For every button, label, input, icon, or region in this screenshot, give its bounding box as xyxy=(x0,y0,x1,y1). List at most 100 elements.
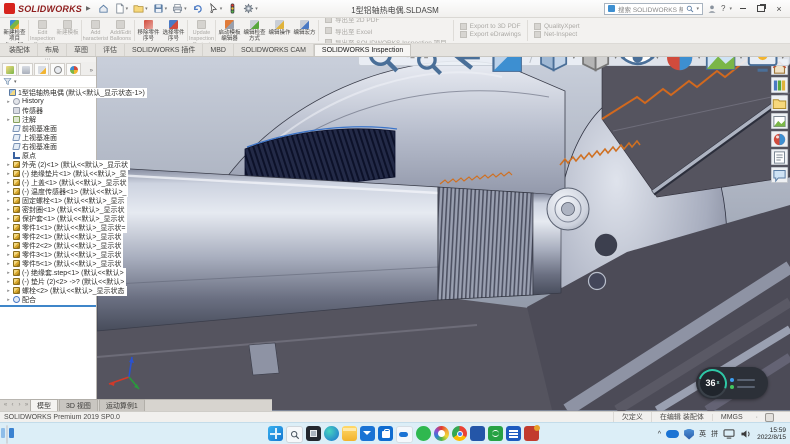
ribbon-button[interactable]: Edit Inspection Project xyxy=(30,18,55,43)
appearances-button[interactable] xyxy=(771,131,788,147)
new-document-button[interactable]: ▾ xyxy=(114,2,129,16)
user-icon[interactable] xyxy=(707,4,717,14)
expand-arrow-icon[interactable]: ▸ xyxy=(6,162,11,168)
taskbar-mail-button[interactable] xyxy=(360,426,375,441)
expand-arrow-icon[interactable]: ▸ xyxy=(6,225,11,231)
expand-arrow-icon[interactable]: ▸ xyxy=(6,117,11,123)
taskbar-solidworks-taskbar-button[interactable] xyxy=(524,426,539,441)
tab-nav-button[interactable]: › xyxy=(16,400,23,411)
ime-indicator[interactable]: 拼 xyxy=(711,429,718,439)
design-library-button[interactable] xyxy=(771,77,788,93)
ribbon-button[interactable]: Update Inspection Project xyxy=(189,18,214,43)
ribbon-button[interactable]: Add Characteristic xyxy=(83,18,108,43)
tab-nav-button[interactable]: » xyxy=(23,400,30,411)
status-badge-icon[interactable] xyxy=(765,413,774,422)
ribbon-button[interactable]: 编辑宏方 xyxy=(292,18,317,43)
tree-item[interactable]: ▸History xyxy=(0,97,96,106)
panel-chevron[interactable]: » xyxy=(90,68,94,75)
tab-solidworks-inspection[interactable]: SOLIDWORKS Inspection xyxy=(314,44,411,56)
ribbon-button[interactable]: 启动模板编辑器 xyxy=(217,18,242,43)
filter-dropdown-icon[interactable]: ▾ xyxy=(14,79,17,85)
taskbar-edge-button[interactable] xyxy=(324,426,339,441)
file-explorer-pane-button[interactable] xyxy=(771,95,788,111)
save-button[interactable]: ▾ xyxy=(153,2,168,16)
dimxpertmanager-tab-button[interactable] xyxy=(50,63,65,75)
ribbon-button[interactable]: 新建检查项目 (imp:N) xyxy=(2,18,27,43)
taskbar-clock[interactable]: 15:592022/8/15 xyxy=(757,427,786,442)
expand-arrow-icon[interactable]: ▸ xyxy=(6,171,11,177)
ribbon-button[interactable]: 编辑检查方式 xyxy=(242,18,267,43)
ribbon-button[interactable]: 选择零件序号 xyxy=(161,18,186,43)
expand-arrow-icon[interactable]: ▸ xyxy=(6,216,11,222)
taskbar-messenger-green-button[interactable] xyxy=(416,426,431,441)
cast-icon[interactable] xyxy=(723,429,735,439)
taskbar-reader-blue-button[interactable] xyxy=(470,426,485,441)
print-button[interactable]: ▾ xyxy=(172,2,187,16)
expand-arrow-icon[interactable]: ▸ xyxy=(6,279,11,285)
minimize-button[interactable] xyxy=(736,3,750,15)
taskbar-word-button[interactable] xyxy=(506,426,521,441)
magnifier-widget[interactable]: 36 x xyxy=(696,367,768,399)
ribbon-export-button[interactable]: QualityXpert xyxy=(534,23,580,30)
tab-ribbon-0[interactable]: 装配体 xyxy=(2,44,38,56)
ribbon-export-button[interactable]: 导出至 Excel xyxy=(325,26,447,36)
propertymanager-tab-button[interactable] xyxy=(18,63,33,75)
expand-arrow-icon[interactable]: ▸ xyxy=(6,207,11,213)
model-tab[interactable]: 3D 视图 xyxy=(59,399,98,411)
tab-ribbon-2[interactable]: 草图 xyxy=(67,44,96,56)
panel-splitter[interactable] xyxy=(0,305,96,307)
tree-item[interactable]: 右视基准面 xyxy=(0,142,96,151)
search-icon[interactable] xyxy=(686,0,694,18)
taskbar-wps-button[interactable] xyxy=(488,426,503,441)
tab-ribbon-3[interactable]: 评估 xyxy=(96,44,125,56)
displaymanager-tab-button[interactable] xyxy=(66,63,81,75)
tray-chevron-up-icon[interactable]: ^ xyxy=(658,431,661,438)
ribbon-button[interactable]: 编辑操作 xyxy=(267,18,292,43)
taskbar-task-view-button[interactable] xyxy=(306,426,321,441)
onedrive-tray-icon[interactable] xyxy=(666,430,679,438)
view-palette-button[interactable] xyxy=(771,113,788,129)
expand-arrow-icon[interactable]: ▸ xyxy=(6,180,11,186)
widget-row[interactable] xyxy=(730,378,764,382)
tab-nav-button[interactable]: « xyxy=(2,400,9,411)
undo-button[interactable] xyxy=(192,2,203,16)
taskbar-onedrive-button[interactable] xyxy=(396,426,413,443)
ribbon-export-button[interactable]: 导出至 2D PDF xyxy=(325,18,447,24)
ribbon-button[interactable]: Add/Edit Balloons xyxy=(108,18,133,43)
ribbon-export-button[interactable]: Export to 3D PDF xyxy=(460,23,521,30)
restore-button[interactable] xyxy=(754,3,768,15)
expand-arrow-icon[interactable]: ▸ xyxy=(6,288,11,294)
expand-arrow-icon[interactable]: ▸ xyxy=(6,297,11,303)
tab-nav-button[interactable]: ‹ xyxy=(9,400,16,411)
help-dropdown-icon[interactable]: ▾ xyxy=(729,6,732,12)
custom-properties-button[interactable] xyxy=(771,149,788,165)
tab-ribbon-5[interactable]: MBD xyxy=(203,44,234,56)
forum-button[interactable] xyxy=(771,167,788,183)
taskbar-photos-button[interactable] xyxy=(434,426,449,441)
tree-filter[interactable]: ▾ xyxy=(0,76,96,88)
widgets-button[interactable] xyxy=(6,425,8,444)
help-search-input[interactable]: 搜索 SOLIDWORKS 帮助 ▾ xyxy=(604,3,703,15)
ribbon-export-button[interactable]: Net-Inspect xyxy=(534,31,580,38)
taskbar-search-button[interactable] xyxy=(286,426,303,443)
help-button[interactable]: ? xyxy=(721,4,725,13)
taskbar-chrome-button[interactable] xyxy=(452,426,467,441)
tab-ribbon-1[interactable]: 布局 xyxy=(38,44,67,56)
close-button[interactable]: × xyxy=(772,3,786,15)
graphics-area[interactable] xyxy=(97,57,790,411)
expand-arrow-icon[interactable]: ▸ xyxy=(6,252,11,258)
interference-lights-button[interactable] xyxy=(227,2,238,16)
ribbon-export-button[interactable]: 导出至 SOLIDWORKS Inspection 项目 xyxy=(325,37,447,44)
ribbon-button[interactable]: 移除零件序号 xyxy=(136,18,161,43)
volume-icon[interactable] xyxy=(740,429,752,439)
widget-row[interactable] xyxy=(730,385,764,389)
tree-item[interactable]: 1型铝轴热电偶 (默认<默认_显示状态-1>) xyxy=(0,88,96,97)
model-tab[interactable]: 运动算例1 xyxy=(99,399,145,411)
language-indicator[interactable]: 英 xyxy=(699,429,706,439)
open-button[interactable]: ▾ xyxy=(133,2,148,16)
tree-item[interactable]: ▸螺栓<2> (默认<<默认>_显示状态 xyxy=(0,286,96,295)
taskbar-store-button[interactable] xyxy=(378,426,393,441)
tree-item[interactable]: 传感器 xyxy=(0,106,96,115)
select-button[interactable]: ▾ xyxy=(208,2,223,16)
expand-arrow-icon[interactable]: ▸ xyxy=(6,189,11,195)
